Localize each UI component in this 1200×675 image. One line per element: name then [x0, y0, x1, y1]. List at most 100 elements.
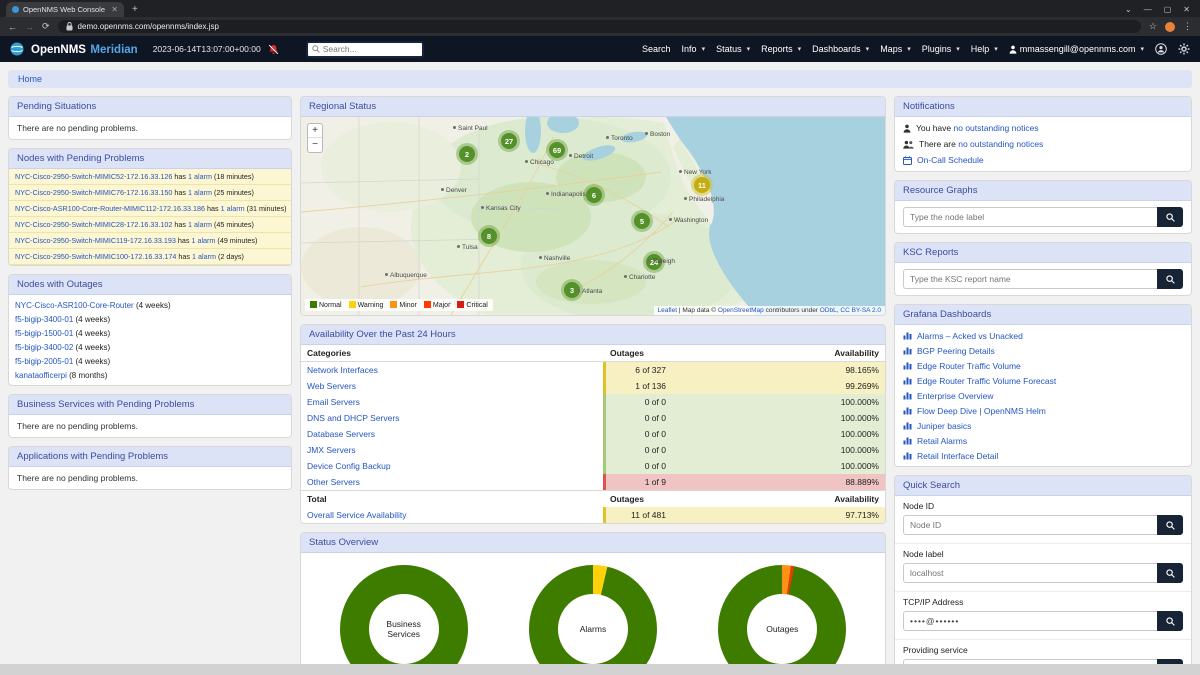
- bookmark-star-icon[interactable]: ☆: [1149, 21, 1157, 32]
- alarm-bell-icon[interactable]: [268, 44, 279, 55]
- node-link[interactable]: NYC-Cisco-2950-Switch-MIMIC52-172.16.33.…: [15, 172, 172, 181]
- nav-reports[interactable]: Reports: [761, 44, 801, 54]
- tab-search-icon[interactable]: ⌄: [1125, 5, 1132, 14]
- node-link[interactable]: NYC-Cisco-2950-Switch-MIMIC119-172.16.33…: [15, 236, 176, 245]
- navbar-search-input[interactable]: [323, 44, 418, 54]
- regional-status-map[interactable]: Saint PaulChicagoDetroitTorontoBostonNew…: [301, 117, 885, 315]
- ip-search-button[interactable]: [1157, 611, 1183, 631]
- node-link[interactable]: NYC-Cisco-2950-Switch-MIMIC28-172.16.33.…: [15, 220, 172, 229]
- back-icon[interactable]: ←: [8, 22, 17, 32]
- category-link[interactable]: Email Servers: [307, 397, 360, 407]
- browser-menu-icon[interactable]: ⋮: [1183, 21, 1192, 32]
- resource-graphs-input[interactable]: [903, 207, 1157, 227]
- alarm-link[interactable]: 1 alarm: [192, 252, 216, 261]
- ksc-reports-input[interactable]: [903, 269, 1157, 289]
- map-cluster-marker[interactable]: 5: [631, 210, 653, 232]
- map-cluster-marker[interactable]: 2: [456, 143, 478, 165]
- address-bar[interactable]: demo.opennms.com/opennms/index.jsp: [58, 20, 1141, 33]
- category-link[interactable]: Web Servers: [307, 381, 356, 391]
- map-cluster-marker[interactable]: 69: [546, 139, 568, 161]
- browser-tab[interactable]: OpenNMS Web Console ✕: [6, 2, 124, 17]
- availability-card: Availability Over the Past 24 Hours Cate…: [300, 324, 886, 524]
- node-link[interactable]: f5-bigip-2005-01: [15, 357, 73, 366]
- node-link[interactable]: kanataofficerpi: [15, 371, 67, 380]
- forward-icon[interactable]: →: [25, 22, 34, 32]
- oncall-schedule-link[interactable]: On-Call Schedule: [917, 155, 984, 165]
- node-id-search-button[interactable]: [1157, 515, 1183, 535]
- breadcrumb: Home: [8, 70, 1192, 88]
- nav-help[interactable]: Help: [971, 44, 998, 54]
- node-id-input[interactable]: [903, 515, 1157, 535]
- map-cluster-marker[interactable]: 8: [478, 225, 500, 247]
- nav-plugins[interactable]: Plugins: [922, 44, 960, 54]
- node-link[interactable]: f5-bigip-1500-01: [15, 329, 73, 338]
- reload-icon[interactable]: ⟳: [42, 21, 50, 32]
- navbar-search[interactable]: [306, 41, 424, 58]
- user-badge-icon[interactable]: [1155, 43, 1167, 55]
- zoom-in-button[interactable]: +: [308, 124, 322, 138]
- notices-link[interactable]: no outstanding notices: [958, 139, 1043, 149]
- field-label: Node ID: [903, 501, 1183, 511]
- alarm-link[interactable]: 1 alarm: [188, 220, 212, 229]
- ip-address-input[interactable]: [903, 611, 1157, 631]
- nav-dashboards[interactable]: Dashboards: [812, 44, 869, 54]
- new-tab-button[interactable]: +: [132, 4, 138, 15]
- node-link[interactable]: NYC-Cisco-ASR100-Core-Router-MIMIC112-17…: [15, 204, 205, 213]
- node-link[interactable]: NYC-Cisco-2950-Switch-MIMIC76-172.16.33.…: [15, 188, 172, 197]
- alarm-link[interactable]: 1 alarm: [221, 204, 245, 213]
- alarm-link[interactable]: 1 alarm: [191, 236, 215, 245]
- grafana-dashboard-link[interactable]: BGP Peering Details: [917, 346, 995, 356]
- map-cluster-marker[interactable]: 6: [583, 184, 605, 206]
- breadcrumb-home[interactable]: Home: [18, 74, 42, 84]
- alarm-link[interactable]: 1 alarm: [188, 172, 212, 181]
- grafana-dashboard-link[interactable]: Edge Router Traffic Volume: [917, 361, 1021, 371]
- grafana-dashboard-link[interactable]: Retail Alarms: [917, 436, 967, 446]
- osm-link[interactable]: OpenStreetMap: [718, 307, 764, 314]
- tab-close-icon[interactable]: ✕: [111, 5, 118, 14]
- category-link[interactable]: JMX Servers: [307, 445, 356, 455]
- category-link[interactable]: Device Config Backup: [307, 461, 391, 471]
- donut-ring[interactable]: Alarms 283: [529, 565, 657, 675]
- ksc-reports-search-button[interactable]: [1157, 269, 1183, 289]
- category-link[interactable]: Database Servers: [307, 429, 375, 439]
- node-link[interactable]: f5-bigip-3400-01: [15, 315, 73, 324]
- nav-maps[interactable]: Maps: [880, 44, 911, 54]
- brand-name[interactable]: OpenNMS: [31, 44, 86, 56]
- map-cluster-marker[interactable]: 11: [691, 174, 713, 196]
- donut-ring[interactable]: Business Services 3: [340, 565, 468, 675]
- odbl-link[interactable]: ODbL: [820, 307, 837, 314]
- leaflet-link[interactable]: Leaflet: [658, 307, 678, 314]
- profile-avatar[interactable]: [1165, 22, 1175, 32]
- node-link[interactable]: NYC-Cisco-ASR100-Core-Router: [15, 301, 134, 310]
- grafana-dashboard-link[interactable]: Flow Deep Dive | OpenNMS Helm: [917, 406, 1046, 416]
- nav-search[interactable]: Search: [642, 44, 671, 54]
- node-link[interactable]: f5-bigip-3400-02: [15, 343, 73, 352]
- grafana-dashboard-link[interactable]: Retail Interface Detail: [917, 451, 998, 461]
- resource-graphs-search-button[interactable]: [1157, 207, 1183, 227]
- alarm-link[interactable]: 1 alarm: [188, 188, 212, 197]
- category-link[interactable]: Other Servers: [307, 477, 360, 487]
- nav-info[interactable]: Info: [682, 44, 706, 54]
- category-link[interactable]: DNS and DHCP Servers: [307, 413, 399, 423]
- node-label-input[interactable]: [903, 563, 1157, 583]
- nav-user-menu[interactable]: mmassengill@opennms.com: [1009, 44, 1144, 54]
- window-close-icon[interactable]: ✕: [1183, 5, 1190, 14]
- window-maximize-icon[interactable]: ▢: [1164, 5, 1172, 14]
- grafana-dashboard-link[interactable]: Edge Router Traffic Volume Forecast: [917, 376, 1056, 386]
- donut-ring[interactable]: Outages 283: [718, 565, 846, 675]
- category-link[interactable]: Network Interfaces: [307, 365, 378, 375]
- notices-link[interactable]: no outstanding notices: [954, 123, 1039, 133]
- grafana-dashboard-link[interactable]: Juniper basics: [917, 421, 971, 431]
- zoom-out-button[interactable]: −: [308, 138, 322, 152]
- cc-link[interactable]: CC BY-SA 2.0: [840, 307, 881, 314]
- map-cluster-marker[interactable]: 27: [498, 130, 520, 152]
- node-label-search-button[interactable]: [1157, 563, 1183, 583]
- grafana-dashboard-link[interactable]: Enterprise Overview: [917, 391, 994, 401]
- overall-availability-link[interactable]: Overall Service Availability: [307, 510, 407, 520]
- col-availability: Availability: [668, 345, 885, 361]
- nav-status[interactable]: Status: [716, 44, 750, 54]
- node-link[interactable]: NYC-Cisco-2950-Switch-MIMIC100-172.16.33…: [15, 252, 176, 261]
- gear-icon[interactable]: [1178, 43, 1190, 55]
- window-minimize-icon[interactable]: —: [1144, 5, 1152, 14]
- grafana-dashboard-link[interactable]: Alarms – Acked vs Unacked: [917, 331, 1023, 341]
